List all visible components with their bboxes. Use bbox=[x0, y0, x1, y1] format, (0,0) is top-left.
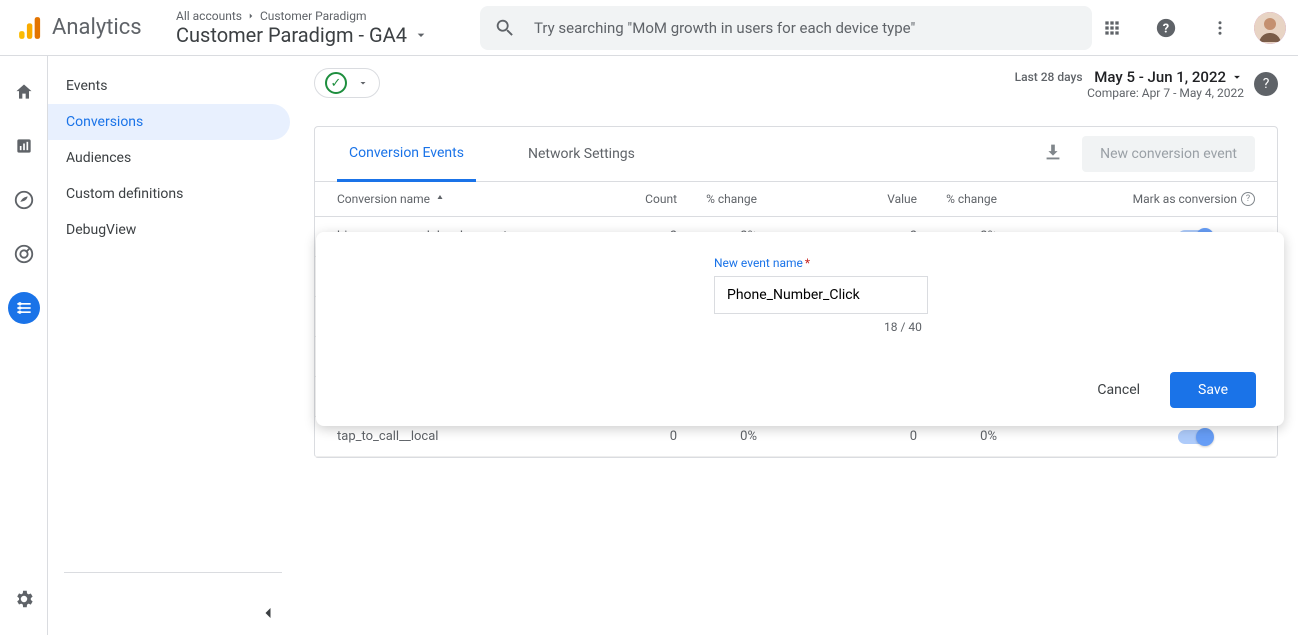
char-counter: 18 / 40 bbox=[884, 320, 1256, 334]
col-count: Count bbox=[617, 192, 677, 206]
nav-item-custom-definitions[interactable]: Custom definitions bbox=[48, 176, 290, 212]
side-nav: Events Conversions Audiences Custom defi… bbox=[48, 56, 298, 635]
dropdown-arrow-icon bbox=[413, 27, 429, 43]
icon-rail bbox=[0, 56, 48, 635]
rail-reports-icon[interactable] bbox=[8, 130, 40, 162]
search-bar[interactable]: Try searching "MoM growth in users for e… bbox=[480, 6, 1092, 50]
apps-icon[interactable] bbox=[1092, 8, 1132, 48]
help-hint-icon[interactable]: ? bbox=[1241, 192, 1255, 206]
search-icon bbox=[494, 17, 516, 39]
nav-item-conversions[interactable]: Conversions bbox=[48, 104, 290, 140]
rail-home-icon[interactable] bbox=[8, 76, 40, 108]
product-name: Analytics bbox=[52, 15, 142, 40]
page-help-icon[interactable]: ? bbox=[1254, 72, 1278, 96]
rail-advertising-icon[interactable] bbox=[8, 238, 40, 270]
dropdown-arrow-icon bbox=[1230, 70, 1244, 84]
nav-item-debugview[interactable]: DebugView bbox=[48, 212, 290, 248]
svg-text:?: ? bbox=[1163, 21, 1169, 36]
save-button[interactable]: Save bbox=[1170, 372, 1256, 408]
product-logo-area: Analytics bbox=[16, 14, 166, 42]
tab-conversion-events[interactable]: Conversion Events bbox=[337, 127, 476, 182]
rail-configure-icon[interactable] bbox=[8, 292, 40, 324]
user-avatar[interactable] bbox=[1254, 12, 1286, 44]
row-name[interactable]: tap_to_call__local bbox=[337, 429, 617, 444]
cancel-button[interactable]: Cancel bbox=[1089, 374, 1148, 406]
rail-explore-icon[interactable] bbox=[8, 184, 40, 216]
tab-network-settings[interactable]: Network Settings bbox=[516, 128, 647, 180]
data-quality-pill[interactable]: ✓ bbox=[314, 68, 380, 98]
col-change-1: % change bbox=[677, 192, 757, 206]
event-name-input[interactable] bbox=[714, 276, 928, 314]
nav-item-audiences[interactable]: Audiences bbox=[48, 140, 290, 176]
help-icon[interactable]: ? bbox=[1146, 8, 1186, 48]
chevron-right-icon bbox=[246, 11, 256, 21]
breadcrumb-all-accounts: All accounts bbox=[176, 9, 242, 23]
new-conversion-event-button[interactable]: New conversion event bbox=[1082, 136, 1255, 172]
table-header: Conversion name Count % change Value % c… bbox=[315, 182, 1277, 217]
new-event-modal: New event name* 18 / 40 Cancel Save bbox=[316, 232, 1284, 426]
col-conversion-name[interactable]: Conversion name bbox=[337, 192, 617, 206]
account-selector[interactable]: All accounts Customer Paradigm Customer … bbox=[176, 9, 476, 47]
compare-range: Compare: Apr 7 - May 4, 2022 bbox=[1015, 86, 1244, 100]
dropdown-arrow-icon bbox=[357, 77, 369, 89]
date-range-picker[interactable]: Last 28 days May 5 - Jun 1, 2022 bbox=[1015, 68, 1244, 86]
conversion-toggle[interactable] bbox=[1178, 430, 1212, 444]
col-mark-conversion: Mark as conversion ? bbox=[1133, 192, 1255, 206]
breadcrumb-account: Customer Paradigm bbox=[260, 9, 367, 23]
checkmark-icon: ✓ bbox=[325, 72, 347, 94]
more-vert-icon[interactable] bbox=[1200, 8, 1240, 48]
nav-item-events[interactable]: Events bbox=[48, 68, 290, 104]
rail-admin-gear-icon[interactable] bbox=[8, 583, 40, 615]
col-value: Value bbox=[857, 192, 917, 206]
breadcrumb-property: Customer Paradigm - GA4 bbox=[176, 23, 407, 47]
field-label: New event name* bbox=[714, 256, 1256, 270]
analytics-logo-icon bbox=[16, 14, 44, 42]
col-change-2: % change bbox=[917, 192, 997, 206]
search-placeholder: Try searching "MoM growth in users for e… bbox=[534, 19, 915, 37]
sort-asc-icon bbox=[434, 193, 446, 205]
collapse-sidebar-icon[interactable] bbox=[258, 603, 278, 627]
download-icon[interactable] bbox=[1042, 141, 1064, 167]
